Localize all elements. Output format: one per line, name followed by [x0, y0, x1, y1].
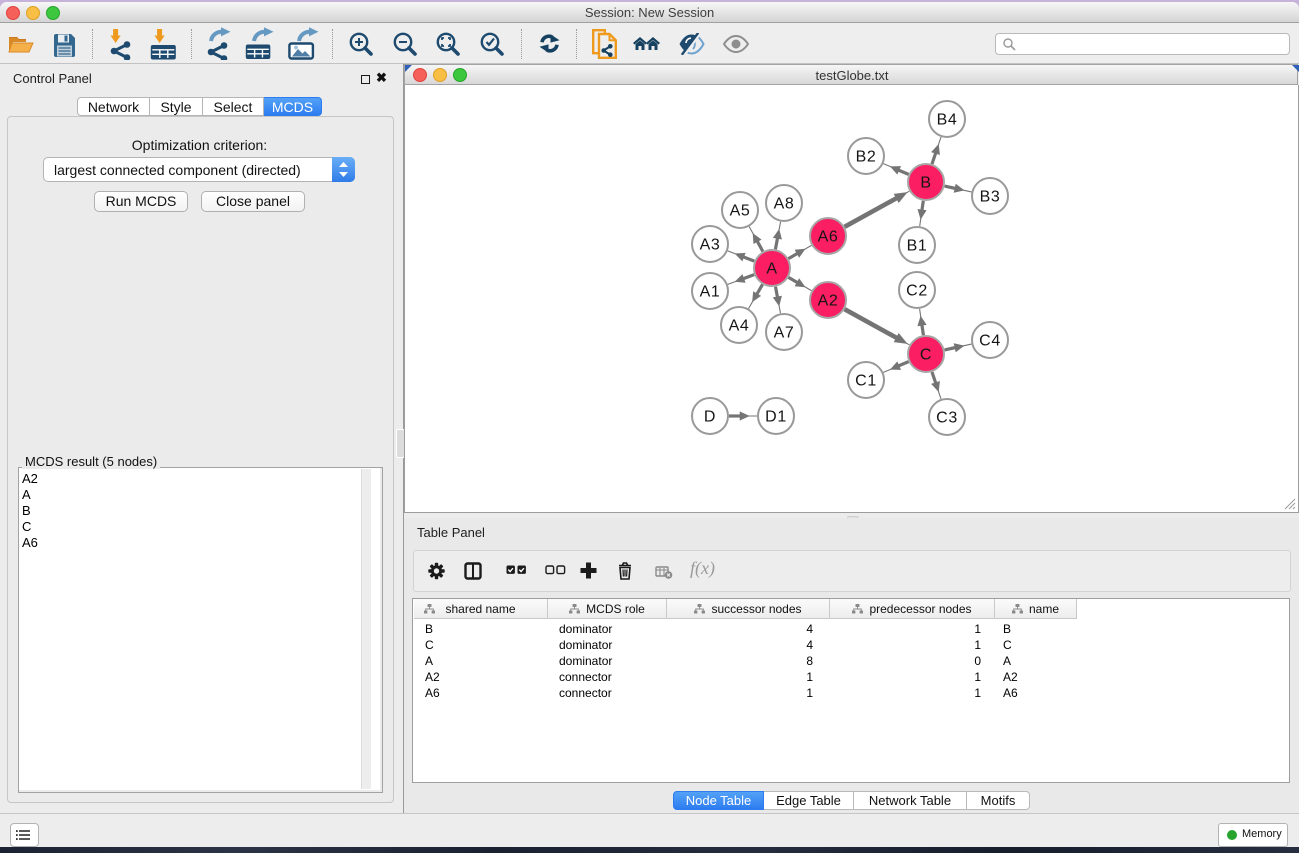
svg-text:A1: A1: [700, 284, 721, 301]
svg-text:A: A: [766, 261, 777, 278]
svg-text:A6: A6: [818, 229, 839, 246]
svg-text:B: B: [920, 175, 931, 192]
svg-text:C2: C2: [906, 283, 928, 300]
svg-text:C: C: [920, 347, 932, 364]
svg-text:A8: A8: [774, 196, 795, 213]
svg-text:B1: B1: [907, 238, 928, 255]
svg-text:D: D: [704, 409, 716, 426]
svg-text:A3: A3: [700, 237, 721, 254]
svg-text:A7: A7: [774, 325, 795, 342]
svg-text:D1: D1: [765, 409, 787, 426]
svg-text:B2: B2: [856, 149, 877, 166]
svg-text:C4: C4: [979, 333, 1001, 350]
svg-text:C3: C3: [936, 410, 958, 427]
svg-text:A2: A2: [818, 293, 839, 310]
svg-text:A4: A4: [729, 318, 750, 335]
svg-text:C1: C1: [855, 373, 877, 390]
svg-text:A5: A5: [730, 203, 751, 220]
svg-text:B3: B3: [980, 189, 1001, 206]
svg-text:B4: B4: [937, 112, 958, 129]
